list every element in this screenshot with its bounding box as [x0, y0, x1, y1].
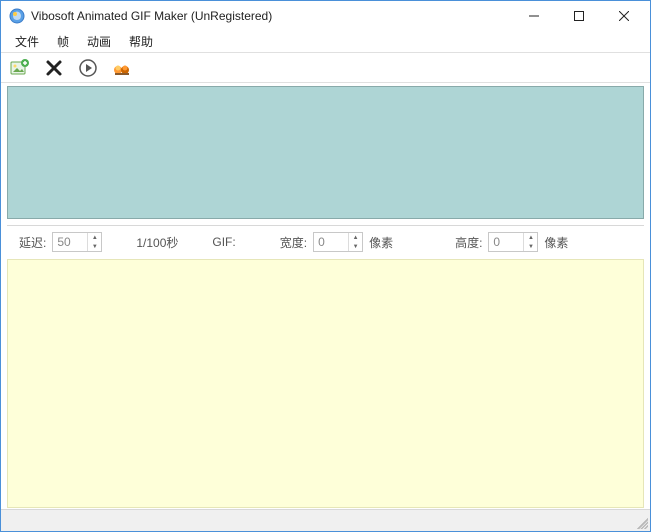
delay-input[interactable]	[53, 233, 87, 251]
settings-button[interactable]	[111, 57, 133, 79]
titlebar: Vibosoft Animated GIF Maker (UnRegistere…	[1, 1, 650, 31]
menu-help[interactable]: 帮助	[121, 31, 161, 52]
menubar: 文件 帧 动画 帮助	[1, 31, 650, 53]
width-input[interactable]	[314, 233, 348, 251]
close-button[interactable]	[601, 2, 646, 30]
spinner-up-icon[interactable]: ▲	[349, 233, 362, 242]
spinner-down-icon[interactable]: ▼	[349, 242, 362, 251]
menu-frame[interactable]: 帧	[49, 31, 77, 52]
height-spinner[interactable]: ▲ ▼	[488, 232, 538, 252]
height-label: 高度:	[455, 234, 482, 251]
spinner-down-icon[interactable]: ▼	[524, 242, 537, 251]
minimize-button[interactable]	[511, 2, 556, 30]
frames-pane[interactable]	[7, 86, 644, 219]
toolbar	[1, 53, 650, 83]
window-controls	[511, 2, 646, 30]
params-bar: 延迟: ▲ ▼ 1/100秒 GIF: 宽度: ▲ ▼ 像素 高度: ▲ ▼ 像…	[1, 229, 650, 255]
width-spinner[interactable]: ▲ ▼	[313, 232, 363, 252]
delay-label: 延迟:	[19, 234, 46, 251]
height-unit: 像素	[544, 234, 568, 251]
spinner-up-icon[interactable]: ▲	[88, 233, 101, 242]
play-button[interactable]	[77, 57, 99, 79]
spinner-up-icon[interactable]: ▲	[524, 233, 537, 242]
maximize-button[interactable]	[556, 2, 601, 30]
delay-spinner[interactable]: ▲ ▼	[52, 232, 102, 252]
window-title: Vibosoft Animated GIF Maker (UnRegistere…	[31, 9, 511, 23]
canvas-pane[interactable]	[7, 259, 644, 508]
height-input[interactable]	[489, 233, 523, 251]
gif-label: GIF:	[212, 235, 235, 249]
add-image-button[interactable]	[9, 57, 31, 79]
resize-grip-icon[interactable]	[634, 515, 648, 529]
menu-file[interactable]: 文件	[7, 31, 47, 52]
statusbar	[1, 509, 650, 531]
spinner-down-icon[interactable]: ▼	[88, 242, 101, 251]
menu-animation[interactable]: 动画	[79, 31, 119, 52]
delay-unit: 1/100秒	[136, 234, 178, 251]
app-icon	[9, 8, 25, 24]
width-unit: 像素	[369, 234, 393, 251]
delete-button[interactable]	[43, 57, 65, 79]
width-label: 宽度:	[280, 234, 307, 251]
